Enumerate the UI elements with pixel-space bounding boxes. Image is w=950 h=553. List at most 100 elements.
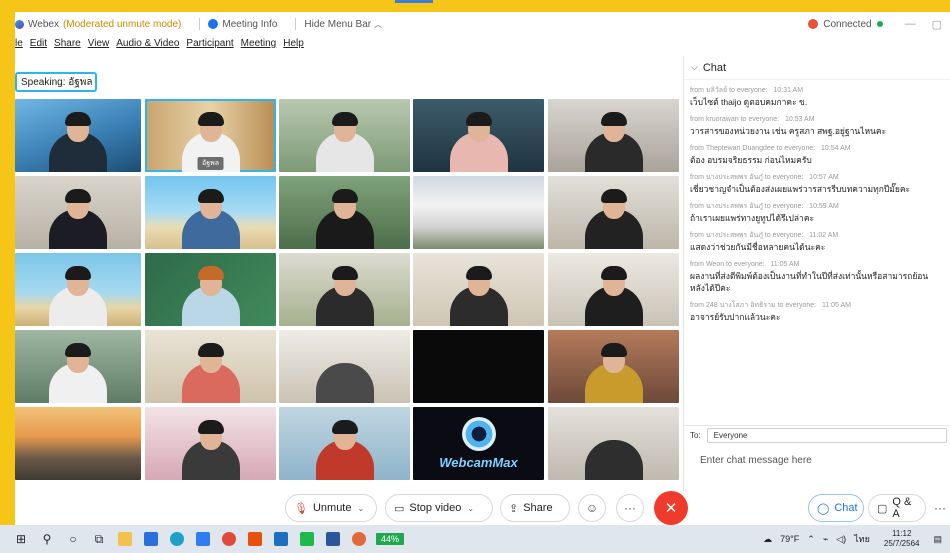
chrome-icon[interactable] (222, 532, 236, 546)
video-tile-active-speaker[interactable]: อัฐพล (145, 99, 276, 172)
weather-icon: ☁ (763, 533, 773, 544)
chat-panel: ⌵ Chat from มลิวัลย์ to everyone: 10:31 … (683, 56, 950, 491)
video-tile[interactable] (279, 330, 410, 403)
minimize-button[interactable]: — (905, 18, 916, 30)
chat-message: from Theptewan Duangdee to everyone: 10:… (690, 145, 851, 165)
task-view-icon[interactable]: ⧉ (92, 532, 106, 546)
moderated-mode-label: (Moderated unmute mode) (62, 18, 182, 30)
clock[interactable]: 11:12 25/7/2564 (880, 529, 924, 549)
chat-message: from นางประสพพร อันภู๋ to everyone: 11:0… (690, 232, 839, 252)
menu-edit[interactable]: Edit (30, 38, 47, 56)
system-tray: ☁ 79°F ⌃ ⌁ ◁) ไทย 11:12 25/7/2564 ▤ (759, 525, 950, 553)
line-chat-icon[interactable] (300, 532, 314, 546)
chat-messages: from มลิวัลย์ to everyone: 10:31 AM เว็บ… (684, 80, 950, 323)
share-button[interactable]: ⇪ Share (500, 494, 570, 522)
close-icon: ✕ (664, 500, 678, 517)
video-tile[interactable] (548, 99, 679, 172)
ellipsis-icon: ··· (624, 501, 636, 515)
menu-share[interactable]: Share (54, 38, 81, 56)
video-tile[interactable] (15, 407, 141, 480)
volume-icon[interactable]: ◁) (836, 534, 846, 545)
video-tile[interactable] (15, 99, 141, 172)
recipient-select[interactable]: Everyone (706, 428, 947, 443)
photos-icon[interactable] (274, 532, 288, 546)
chat-message: from kruorawan to everyone: 10:53 AM วาร… (690, 116, 887, 136)
video-tile[interactable] (15, 176, 141, 249)
video-tile[interactable] (145, 330, 276, 403)
video-tile[interactable] (548, 407, 679, 480)
share-icon: ⇪ (509, 502, 519, 515)
video-tile[interactable] (413, 253, 544, 326)
maximize-button[interactable]: ▢ (932, 18, 942, 31)
windows-start-icon[interactable]: ⊞ (14, 532, 28, 546)
office-icon[interactable] (248, 532, 262, 546)
network-icon[interactable]: ⌁ (823, 534, 828, 545)
menu-meeting[interactable]: Meeting (241, 38, 277, 56)
chat-message-input[interactable]: Enter chat message here (684, 447, 950, 487)
reactions-button[interactable]: ☺ (578, 494, 606, 522)
cortana-icon[interactable]: ○ (66, 532, 80, 546)
line-app-icon[interactable] (196, 532, 210, 546)
word-icon[interactable] (326, 532, 340, 546)
mail-icon[interactable] (144, 532, 158, 546)
video-tile[interactable] (145, 176, 276, 249)
video-tile[interactable] (145, 407, 276, 480)
leave-meeting-button[interactable]: ✕ (654, 491, 688, 525)
search-icon[interactable]: ⚲ (40, 532, 54, 546)
menu-bar: le Edit Share View Audio & Video Partici… (15, 38, 311, 56)
app-title: Webex (Moderated unmute mode) (15, 19, 181, 30)
title-bar: Webex (Moderated unmute mode) Meeting In… (15, 12, 950, 36)
video-tile[interactable] (548, 253, 679, 326)
windows-taskbar: ⊞ ⚲ ○ ⧉ 44% ☁ 79°F ⌃ ⌁ ◁) ไทย 11:12 25/7… (0, 525, 950, 553)
unmute-button[interactable]: 🎙 Unmute ⌄ (285, 494, 377, 522)
chevron-down-icon: ⌵ (691, 62, 698, 72)
qa-icon: ▢ (877, 502, 888, 515)
chevron-down-icon[interactable]: ⌄ (467, 504, 474, 513)
video-tile[interactable] (15, 330, 141, 403)
chat-message: from 248 นางโสภา อิทธิราม to everyone: 1… (690, 302, 851, 322)
edge-icon[interactable] (170, 532, 184, 546)
notifications-icon[interactable]: ▤ (933, 534, 942, 545)
weather-temp[interactable]: 79°F (780, 534, 799, 544)
video-tile-webcammax[interactable]: WebcamMax (413, 407, 544, 480)
more-panels-button[interactable]: ··· (930, 494, 950, 522)
chat-message: from นางประสพพร อันภู๋ to everyone: 10:5… (690, 203, 839, 223)
video-tile[interactable] (279, 253, 410, 326)
video-tile[interactable] (413, 99, 544, 172)
stop-video-button[interactable]: ▭ Stop video ⌄ (385, 494, 493, 522)
video-tile[interactable] (279, 176, 410, 249)
video-tile[interactable] (145, 253, 276, 326)
video-tile[interactable] (279, 407, 410, 480)
chevron-down-icon[interactable]: ⌄ (358, 504, 365, 513)
file-explorer-icon[interactable] (118, 532, 132, 546)
menu-file[interactable]: le (15, 38, 23, 56)
video-tile[interactable] (15, 253, 141, 326)
chat-panel-button[interactable]: ◯ Chat (808, 494, 864, 522)
video-grid: อัฐพล WebcamMax (15, 99, 680, 481)
video-camera-icon: ▭ (394, 502, 405, 515)
hide-menu-bar-button[interactable]: Hide Menu Bar ︿ (304, 19, 382, 30)
video-tile[interactable] (548, 176, 679, 249)
video-tile[interactable] (413, 176, 544, 249)
menu-participant[interactable]: Participant (186, 38, 233, 56)
top-accent (395, 0, 433, 3)
speaking-indicator: Speaking: อัฐพล (15, 72, 97, 92)
app-icon[interactable] (352, 532, 366, 546)
chat-recipient-row: To: Everyone (684, 425, 950, 445)
qa-button[interactable]: ▢ Q & A (868, 494, 926, 522)
connection-status: Connected (823, 18, 872, 30)
meeting-info-button[interactable]: Meeting Info (208, 19, 277, 30)
menu-help[interactable]: Help (283, 38, 304, 56)
chevron-up-icon: ︿ (374, 19, 383, 29)
webex-window: Webex (Moderated unmute mode) Meeting In… (15, 12, 950, 525)
more-options-button[interactable]: ··· (616, 494, 644, 522)
video-tile[interactable] (413, 330, 544, 403)
video-tile[interactable] (279, 99, 410, 172)
chat-message: from นางประสพพร อันภู๋ to everyone: 10:5… (690, 174, 911, 194)
chevron-up-icon[interactable]: ⌃ (807, 534, 815, 545)
menu-view[interactable]: View (88, 38, 110, 56)
video-tile[interactable] (548, 330, 679, 403)
language-indicator[interactable]: ไทย (854, 532, 870, 546)
chat-header[interactable]: ⌵ Chat (684, 56, 950, 80)
menu-audio-video[interactable]: Audio & Video (116, 38, 179, 56)
